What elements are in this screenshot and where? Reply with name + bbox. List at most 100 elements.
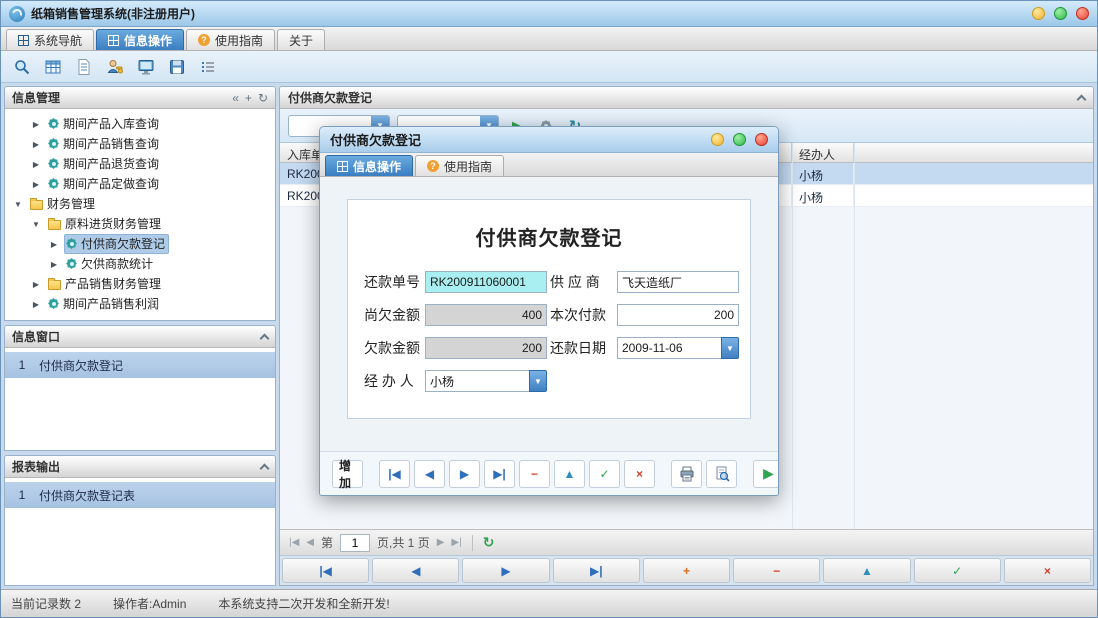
tree-item[interactable]: ▶ 期间产品定做查询 [5,174,275,194]
repayment-date-field[interactable] [617,337,721,359]
first-record-button[interactable]: |◀ [282,558,369,583]
cell: 小杨 [792,185,854,206]
cancel-button[interactable]: × [624,460,655,488]
print-button[interactable] [671,460,702,488]
maximize-button[interactable] [1054,7,1067,20]
payment-amount-field[interactable] [617,304,739,326]
panel-title: 信息管理 [12,89,60,106]
dialog-window-controls [711,133,768,146]
delete-button[interactable]: − [519,460,550,488]
close-button[interactable] [1076,7,1089,20]
table-button[interactable] [40,54,66,80]
add-record-button[interactable]: + [643,558,730,583]
play-icon: ▶ [763,465,774,482]
chevron-down-icon[interactable]: ▼ [529,370,547,392]
confirm-button[interactable]: ✓ [914,558,1001,583]
tree-item[interactable]: ▶ 欠供商款统计 [5,254,275,274]
debt-register-dialog: 付供商欠款登记 信息操作 ? 使用指南 付供商欠款登记 还款单号 [319,126,779,496]
add-button[interactable]: 增加 [332,460,363,488]
collapse-up-icon[interactable] [260,333,270,343]
tree-item[interactable]: ▶ 期间产品销售查询 [5,134,275,154]
refresh-button[interactable]: ↻ [483,534,495,551]
field-label: 经 办 人 [364,371,422,391]
list-item[interactable]: 1 付供商欠款登记 [5,352,275,378]
refresh-icon[interactable]: ↻ [258,92,268,104]
last-icon: ▶| [590,564,603,578]
dialog-tab-user-guide[interactable]: ? 使用指南 [415,155,504,176]
last-record-button[interactable]: ▶| [484,460,515,488]
handler-field[interactable] [425,370,529,392]
report-output-panel: 报表输出 1 付供商欠款登记表 [4,455,276,586]
dialog-tab-info-ops[interactable]: 信息操作 [325,155,413,176]
run-button[interactable]: ▶ [753,460,779,488]
tree-item[interactable]: ▼ 财务管理 [5,194,275,214]
chevron-right-icon[interactable]: ▶ [31,140,41,149]
next-page-button[interactable]: ▶ [437,537,445,548]
cancel-button[interactable]: × [1004,558,1091,583]
user-key-button[interactable] [102,54,128,80]
icon-toolbar [1,51,1097,83]
column-header[interactable]: 经办人 [792,143,854,162]
edit-record-button[interactable]: ▲ [823,558,910,583]
tab-label: 使用指南 [444,158,492,175]
tree-item[interactable]: ▶ 期间产品销售利润 [5,294,275,314]
chevron-right-icon[interactable]: ▶ [31,120,41,129]
prev-record-button[interactable]: ◀ [414,460,445,488]
dialog-titlebar[interactable]: 付供商欠款登记 [320,127,778,153]
first-page-button[interactable]: |◀ [289,537,299,548]
collapse-left-icon[interactable]: « [232,92,239,104]
tree-item[interactable]: ▶ 期间产品入库查询 [5,114,275,134]
x-icon: × [636,467,643,481]
search-button[interactable] [9,54,35,80]
page-input[interactable] [340,534,370,552]
tree-item[interactable]: ▶ 期间产品退货查询 [5,154,275,174]
delete-record-button[interactable]: − [733,558,820,583]
last-page-button[interactable]: ▶| [451,537,461,548]
next-record-button[interactable]: ▶ [462,558,549,583]
tab-system-nav[interactable]: 系统导航 [6,29,94,50]
tab-info-ops[interactable]: 信息操作 [96,29,184,50]
handler-combo[interactable]: ▼ [425,370,547,392]
chevron-right-icon[interactable]: ▶ [49,260,59,269]
save-button[interactable] [164,54,190,80]
collapse-up-icon[interactable] [260,463,270,473]
close-button[interactable] [755,133,768,146]
gear-icon [48,158,59,169]
chevron-right-icon[interactable]: ▶ [31,180,41,189]
tree-item[interactable]: ▼ 原料进货财务管理 [5,214,275,234]
repayment-no-field[interactable] [425,271,547,293]
next-record-button[interactable]: ▶ [449,460,480,488]
collapse-up-icon[interactable] [1077,94,1087,104]
window-title: 纸箱销售管理系统(非注册用户) [31,5,195,22]
chevron-down-icon[interactable]: ▼ [13,200,23,209]
chevron-down-icon[interactable]: ▼ [31,220,41,229]
list-button[interactable] [195,54,221,80]
prev-page-button[interactable]: ◀ [306,537,314,548]
chevron-right-icon[interactable]: ▶ [49,240,59,249]
edit-button[interactable]: ▲ [554,460,585,488]
repayment-date-combo[interactable]: ▼ [617,337,739,359]
chevron-right-icon[interactable]: ▶ [31,300,41,309]
tree-item[interactable]: ▶ 产品销售财务管理 [5,274,275,294]
document-button[interactable] [71,54,97,80]
tab-user-guide[interactable]: ? 使用指南 [186,29,275,50]
tab-about[interactable]: 关于 [277,29,325,50]
monitor-button[interactable] [133,54,159,80]
maximize-button[interactable] [733,133,746,146]
last-record-button[interactable]: ▶| [553,558,640,583]
first-record-button[interactable]: |◀ [379,460,410,488]
minimize-button[interactable] [1032,7,1045,20]
tab-label: 使用指南 [215,32,263,49]
chevron-right-icon[interactable]: ▶ [31,280,41,289]
add-icon[interactable]: + [245,92,252,104]
confirm-button[interactable]: ✓ [589,460,620,488]
list-item[interactable]: 1 付供商欠款登记表 [5,482,275,508]
prev-record-button[interactable]: ◀ [372,558,459,583]
print-preview-button[interactable] [706,460,737,488]
minimize-button[interactable] [711,133,724,146]
supplier-field[interactable] [617,271,739,293]
divider [472,535,473,551]
chevron-right-icon[interactable]: ▶ [31,160,41,169]
tree-item-selected[interactable]: ▶ 付供商欠款登记 [5,234,275,254]
chevron-down-icon[interactable]: ▼ [721,337,739,359]
